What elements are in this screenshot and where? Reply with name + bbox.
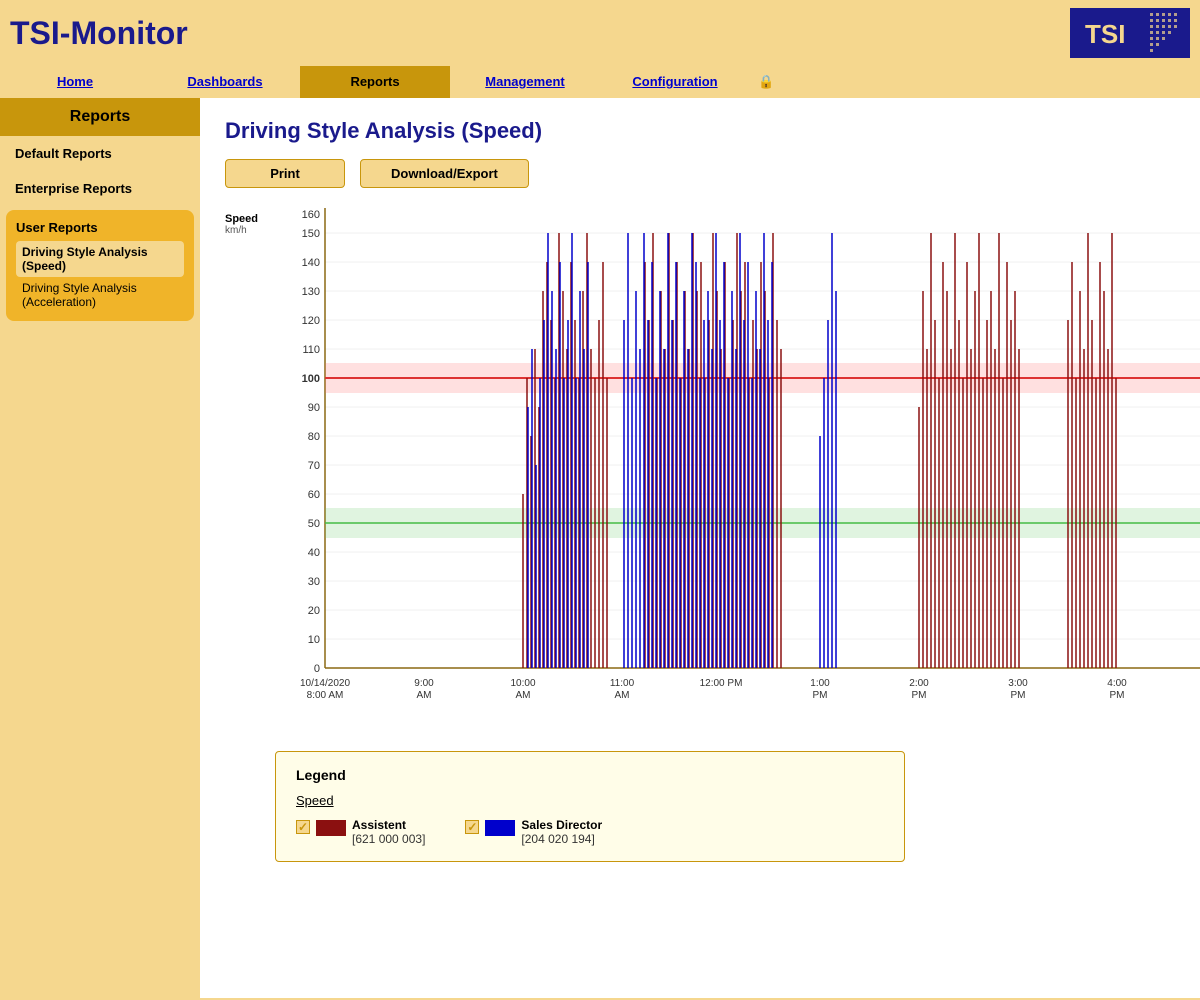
app-title: TSI-Monitor bbox=[10, 15, 188, 52]
page-title: Driving Style Analysis (Speed) bbox=[225, 118, 1200, 144]
svg-text:20: 20 bbox=[308, 605, 320, 617]
sidebar-header: Reports bbox=[0, 98, 200, 136]
svg-text:12:00 PM: 12:00 PM bbox=[700, 678, 743, 689]
svg-text:PM: PM bbox=[1011, 690, 1026, 701]
chart-svg: 0 10 20 30 40 50 60 70 80 90 100 110 bbox=[275, 208, 1200, 718]
svg-text:9:00: 9:00 bbox=[414, 678, 434, 689]
logo: TSI bbox=[1070, 8, 1190, 58]
sales-director-checkbox[interactable]: ✓ bbox=[465, 820, 479, 834]
svg-text:10/14/2020: 10/14/2020 bbox=[300, 678, 350, 689]
legend-speed-label: Speed bbox=[296, 793, 884, 808]
sidebar-item-default-reports[interactable]: Default Reports bbox=[0, 136, 200, 171]
svg-text:90: 90 bbox=[308, 402, 320, 414]
svg-text:3:00: 3:00 bbox=[1008, 678, 1028, 689]
svg-text:AM: AM bbox=[615, 690, 630, 701]
nav-bar: Home Dashboards Reports Management Confi… bbox=[0, 66, 1200, 98]
legend-title: Legend bbox=[296, 767, 884, 783]
main-layout: Reports Default Reports Enterprise Repor… bbox=[0, 98, 1200, 998]
user-reports-label: User Reports bbox=[16, 218, 184, 241]
main-content: Driving Style Analysis (Speed) Print Dow… bbox=[200, 98, 1200, 998]
svg-text:150: 150 bbox=[302, 228, 320, 240]
sales-director-id: [204 020 194] bbox=[521, 832, 602, 846]
sales-director-data bbox=[528, 233, 1200, 668]
svg-text:40: 40 bbox=[308, 547, 320, 559]
svg-text:4:00: 4:00 bbox=[1107, 678, 1127, 689]
svg-text:PM: PM bbox=[1110, 690, 1125, 701]
svg-text:10: 10 bbox=[308, 634, 320, 646]
svg-text:140: 140 bbox=[302, 257, 320, 269]
assistent-check: ✓ bbox=[298, 820, 308, 834]
user-reports-section: User Reports Driving Style Analysis (Spe… bbox=[6, 210, 194, 321]
chart-y-unit: km/h bbox=[225, 225, 247, 236]
svg-text:130: 130 bbox=[302, 286, 320, 298]
sidebar: Reports Default Reports Enterprise Repor… bbox=[0, 98, 200, 998]
chart-svg-wrapper: 0 10 20 30 40 50 60 70 80 90 100 110 bbox=[275, 208, 1200, 721]
x-axis-labels: 10/14/2020 8:00 AM 9:00 AM 10:00 AM 11:0… bbox=[300, 678, 1200, 701]
assistent-name: Assistent bbox=[352, 818, 425, 832]
svg-text:1:00: 1:00 bbox=[810, 678, 830, 689]
toolbar: Print Download/Export bbox=[225, 159, 1200, 188]
sales-director-text: Sales Director [204 020 194] bbox=[521, 818, 602, 846]
svg-text:11:00: 11:00 bbox=[610, 678, 635, 689]
svg-text:110: 110 bbox=[302, 344, 320, 356]
svg-text:2:00: 2:00 bbox=[909, 678, 929, 689]
sidebar-item-driving-accel[interactable]: Driving Style Analysis (Acceleration) bbox=[16, 277, 184, 313]
svg-text:AM: AM bbox=[516, 690, 531, 701]
nav-home[interactable]: Home bbox=[0, 66, 150, 98]
svg-text:100: 100 bbox=[302, 373, 320, 385]
svg-text:0: 0 bbox=[314, 663, 320, 675]
sales-director-name: Sales Director bbox=[521, 818, 602, 832]
download-export-button[interactable]: Download/Export bbox=[360, 159, 529, 188]
svg-text:50: 50 bbox=[308, 518, 320, 530]
svg-text:PM: PM bbox=[912, 690, 927, 701]
legend-items: ✓ Assistent [621 000 003] ✓ Sales Dir bbox=[296, 818, 884, 846]
nav-dashboards[interactable]: Dashboards bbox=[150, 66, 300, 98]
svg-text:120: 120 bbox=[302, 315, 320, 327]
svg-text:8:00 AM: 8:00 AM bbox=[307, 690, 344, 701]
nav-configuration[interactable]: Configuration bbox=[600, 66, 750, 98]
svg-text:TSI: TSI bbox=[1085, 19, 1125, 49]
svg-text:160: 160 bbox=[302, 209, 320, 221]
svg-text:60: 60 bbox=[308, 489, 320, 501]
legend-item-sales-director: ✓ Sales Director [204 020 194] bbox=[465, 818, 602, 846]
assistent-text: Assistent [621 000 003] bbox=[352, 818, 425, 846]
sales-director-check: ✓ bbox=[467, 820, 477, 834]
svg-text:80: 80 bbox=[308, 431, 320, 443]
svg-text:AM: AM bbox=[417, 690, 432, 701]
sales-director-color bbox=[485, 820, 515, 836]
svg-text:70: 70 bbox=[308, 460, 320, 472]
svg-text:30: 30 bbox=[308, 576, 320, 588]
nav-management[interactable]: Management bbox=[450, 66, 600, 98]
sidebar-item-driving-speed[interactable]: Driving Style Analysis (Speed) bbox=[16, 241, 184, 277]
lock-icon[interactable]: 🔒 bbox=[750, 66, 782, 98]
app-header: TSI-Monitor TSI bbox=[0, 0, 1200, 66]
chart-y-label: Speed bbox=[225, 213, 258, 225]
svg-text:10:00: 10:00 bbox=[510, 678, 535, 689]
legend-box: Legend Speed ✓ Assistent [621 000 003] bbox=[275, 751, 905, 862]
svg-text:PM: PM bbox=[813, 690, 828, 701]
assistent-color bbox=[316, 820, 346, 836]
sidebar-item-enterprise-reports[interactable]: Enterprise Reports bbox=[0, 171, 200, 206]
y-axis-labels: 0 10 20 30 40 50 60 70 80 90 100 110 bbox=[302, 209, 320, 675]
assistent-id: [621 000 003] bbox=[352, 832, 425, 846]
chart-container: ◀ ▶ + − Speed km/h bbox=[225, 208, 1200, 721]
assistent-checkbox[interactable]: ✓ bbox=[296, 820, 310, 834]
print-button[interactable]: Print bbox=[225, 159, 345, 188]
legend-item-assistent: ✓ Assistent [621 000 003] bbox=[296, 818, 425, 846]
nav-reports[interactable]: Reports bbox=[300, 66, 450, 98]
